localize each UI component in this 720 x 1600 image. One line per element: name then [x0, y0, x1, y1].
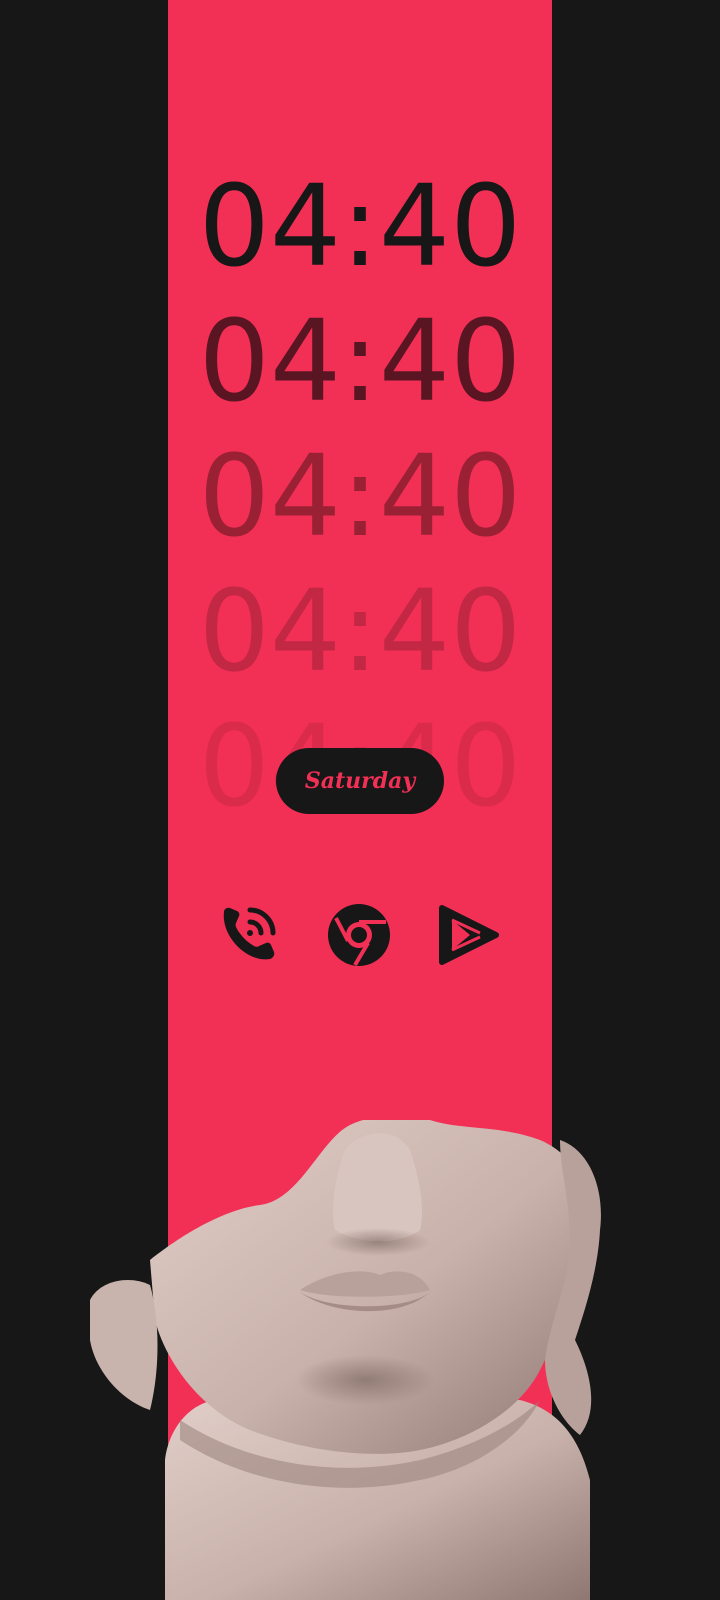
play-store-icon[interactable]: [434, 900, 504, 970]
statue-wallpaper: [0, 1120, 720, 1600]
day-pill[interactable]: Saturday: [276, 748, 444, 814]
day-label: Saturday: [304, 768, 416, 794]
chrome-icon[interactable]: [324, 900, 394, 970]
clock-echo-3: 04:40: [198, 567, 522, 697]
app-dock: [210, 900, 510, 970]
phone-icon[interactable]: [214, 900, 284, 970]
clock-stack: 04:40 04:40 04:40 04:40 04:40: [168, 160, 552, 835]
clock-time[interactable]: 04:40: [168, 160, 552, 295]
clock-echo-1: 04:40: [198, 297, 522, 427]
clock-echo-2: 04:40: [198, 432, 522, 562]
